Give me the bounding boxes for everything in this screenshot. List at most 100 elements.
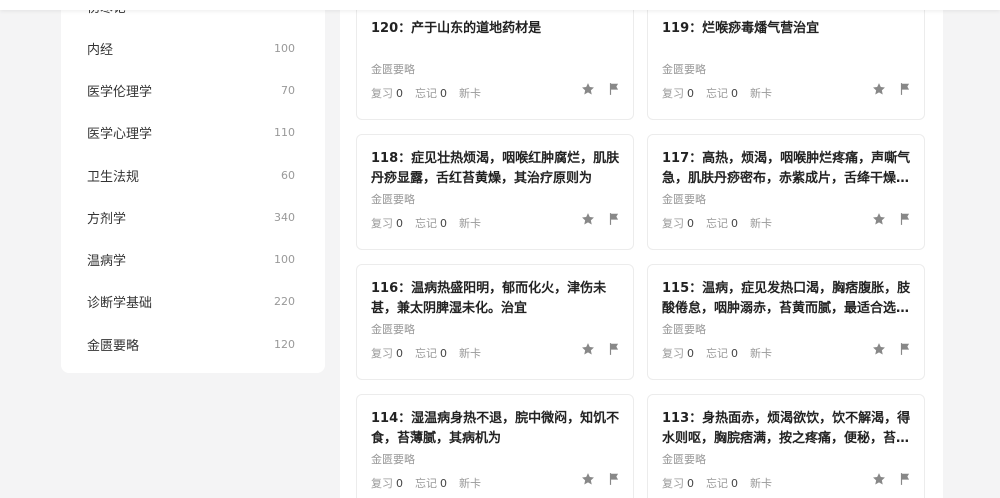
question-source: 金匮要略	[371, 453, 415, 466]
review-label: 复习	[371, 87, 393, 100]
star-icon[interactable]	[581, 342, 595, 356]
review-stat: 复习 0	[371, 345, 403, 361]
sidebar-item-count: 100	[274, 41, 295, 55]
forget-stat: 忘记 0	[415, 345, 447, 361]
card-actions	[581, 472, 621, 486]
question-card[interactable]: 113：身热面赤，烦渴欲饮，饮不解渴，得水则呕，胸脘痞满，按之疼痛，便秘，苔黄滑…	[647, 394, 925, 498]
flag-icon[interactable]	[898, 82, 912, 96]
question-source: 金匮要略	[662, 323, 706, 336]
forget-label: 忘记	[415, 347, 437, 360]
sidebar-item-medical-ethics[interactable]: 医学伦理学 70	[87, 78, 295, 102]
star-icon[interactable]	[581, 82, 595, 96]
sidebar-item-count: 120	[274, 337, 295, 351]
card-actions	[872, 342, 912, 356]
star-icon[interactable]	[872, 82, 886, 96]
review-count: 0	[396, 347, 403, 360]
sidebar-item-label: 卫生法规	[87, 169, 140, 185]
card-actions	[872, 82, 912, 96]
question-text: 115：温病，症见发热口渴，胸痞腹胀，肢酸倦怠，咽肿溺赤，苔黄而腻，最适合选用的…	[662, 281, 911, 316]
sidebar-item-count: 60	[281, 168, 295, 182]
subject-sidebar: 伤寒论 内经 100 医学伦理学 70 医学心理学 110 卫生法规 60 方剂…	[61, 0, 325, 373]
new-card-badge: 新卡	[750, 477, 772, 490]
question-text: 120：产于山东的道地药材是	[371, 21, 542, 36]
question-card[interactable]: 116：温病热盛阳明，郁而化火，津伤未甚，兼太阴脾湿未化。治宜 金匮要略 复习 0…	[356, 264, 634, 380]
question-card[interactable]: 118：症见壮热烦渴，咽喉红肿腐烂，肌肤丹痧显露，舌红苔黄燥，其治疗原则为 金匮…	[356, 134, 634, 250]
sidebar-item-health-law[interactable]: 卫生法规 60	[87, 163, 295, 187]
question-text: 119：烂喉痧毒燔气营治宜	[662, 21, 820, 36]
card-actions	[581, 82, 621, 96]
card-actions	[872, 212, 912, 226]
question-source: 金匮要略	[662, 193, 706, 206]
review-count: 0	[396, 477, 403, 490]
sidebar-item-count: 70	[281, 83, 295, 97]
sidebar-item-neijing[interactable]: 内经 100	[87, 36, 295, 60]
forget-count: 0	[440, 87, 447, 100]
question-source: 金匮要略	[371, 63, 415, 76]
sidebar-item-jingui[interactable]: 金匮要略 120	[87, 332, 295, 356]
star-icon[interactable]	[581, 212, 595, 226]
forget-label: 忘记	[415, 477, 437, 490]
sidebar-item-label: 内经	[87, 42, 114, 58]
review-label: 复习	[662, 477, 684, 490]
card-actions	[872, 472, 912, 486]
sidebar-item-label: 方剂学	[87, 211, 127, 227]
new-card-badge: 新卡	[459, 217, 481, 230]
flag-icon[interactable]	[607, 82, 621, 96]
review-count: 0	[687, 347, 694, 360]
forget-count: 0	[731, 477, 738, 490]
sidebar-item-count: 340	[274, 210, 295, 224]
review-stat: 复习 0	[371, 215, 403, 231]
sidebar-item-label: 温病学	[87, 253, 127, 269]
question-source: 金匮要略	[662, 453, 706, 466]
card-stats: 复习 0 忘记 0 新卡	[371, 345, 481, 361]
star-icon[interactable]	[872, 472, 886, 486]
review-label: 复习	[662, 217, 684, 230]
flag-icon[interactable]	[898, 212, 912, 226]
forget-label: 忘记	[706, 477, 728, 490]
forget-label: 忘记	[706, 347, 728, 360]
sidebar-item-label: 医学心理学	[87, 126, 153, 142]
card-stats: 复习 0 忘记 0 新卡	[662, 215, 772, 231]
question-source: 金匮要略	[662, 63, 706, 76]
sidebar-item-diagnostics[interactable]: 诊断学基础 220	[87, 289, 295, 313]
flag-icon[interactable]	[607, 212, 621, 226]
flag-icon[interactable]	[898, 342, 912, 356]
review-stat: 复习 0	[662, 215, 694, 231]
review-label: 复习	[371, 217, 393, 230]
sidebar-item-medical-psychology[interactable]: 医学心理学 110	[87, 120, 295, 144]
sidebar-item-label: 医学伦理学	[87, 84, 153, 100]
sidebar-item-warm-disease[interactable]: 温病学 100	[87, 247, 295, 271]
star-icon[interactable]	[872, 212, 886, 226]
card-actions	[581, 212, 621, 226]
new-card-badge: 新卡	[459, 87, 481, 100]
question-card[interactable]: 119：烂喉痧毒燔气营治宜 金匮要略 复习 0 忘记 0 新卡	[647, 4, 925, 120]
forget-count: 0	[731, 87, 738, 100]
flag-icon[interactable]	[607, 472, 621, 486]
new-card-badge: 新卡	[750, 347, 772, 360]
flag-icon[interactable]	[898, 472, 912, 486]
review-count: 0	[687, 87, 694, 100]
new-card-badge: 新卡	[459, 477, 481, 490]
forget-count: 0	[440, 477, 447, 490]
card-stats: 复习 0 忘记 0 新卡	[662, 345, 772, 361]
review-count: 0	[687, 217, 694, 230]
flag-icon[interactable]	[607, 342, 621, 356]
star-icon[interactable]	[872, 342, 886, 356]
question-card[interactable]: 115：温病，症见发热口渴，胸痞腹胀，肢酸倦怠，咽肿溺赤，苔黄而腻，最适合选用的…	[647, 264, 925, 380]
card-list: 120：产于山东的道地药材是 金匮要略 复习 0 忘记 0 新卡 119：烂喉痧毒燔…	[340, 0, 943, 498]
card-stats: 复习 0 忘记 0 新卡	[371, 85, 481, 101]
forget-stat: 忘记 0	[706, 85, 738, 101]
sidebar-item-label: 诊断学基础	[87, 295, 153, 311]
question-text: 118：症见壮热烦渴，咽喉红肿腐烂，肌肤丹痧显露，舌红苔黄燥，其治疗原则为	[371, 151, 620, 186]
forget-label: 忘记	[415, 87, 437, 100]
sidebar-item-formulas[interactable]: 方剂学 340	[87, 205, 295, 229]
sidebar-item-count: 100	[274, 252, 295, 266]
review-label: 复习	[662, 87, 684, 100]
sidebar-item-count: 110	[274, 125, 295, 139]
question-source: 金匮要略	[371, 193, 415, 206]
forget-label: 忘记	[706, 87, 728, 100]
question-card[interactable]: 117：高热，烦渴，咽喉肿烂疼痛，声嘶气急，肌肤丹痧密布，赤紫成片，舌绛干燥，其…	[647, 134, 925, 250]
question-card[interactable]: 114：湿温病身热不退，脘中微闷，知饥不食，苔薄腻，其病机为 金匮要略 复习 0 …	[356, 394, 634, 498]
star-icon[interactable]	[581, 472, 595, 486]
question-card[interactable]: 120：产于山东的道地药材是 金匮要略 复习 0 忘记 0 新卡	[356, 4, 634, 120]
